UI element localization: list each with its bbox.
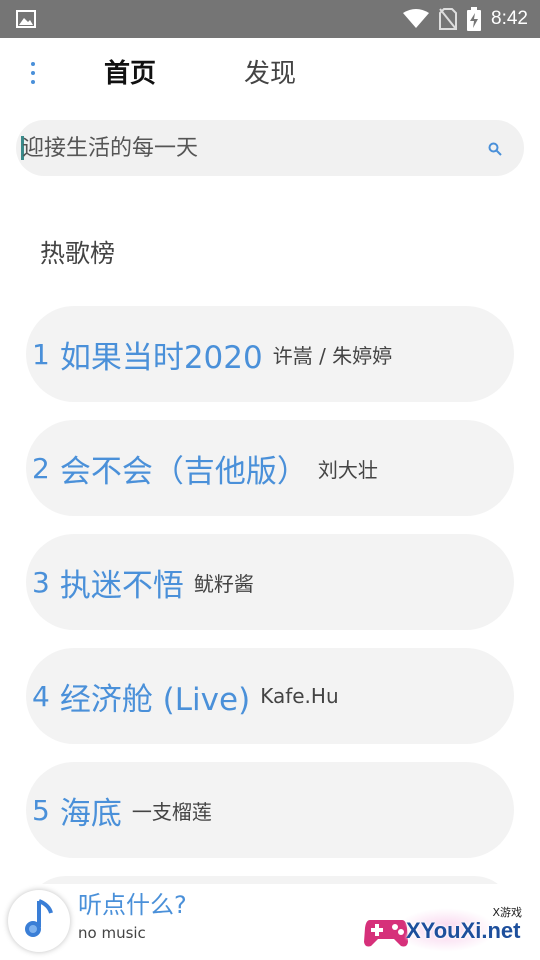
top-nav: 首页 发现 (0, 38, 540, 110)
tab-discover[interactable]: 发现 (244, 56, 296, 92)
song-rank: 5 (32, 793, 50, 827)
player-cover[interactable] (8, 890, 70, 952)
song-rank: 2 (32, 451, 50, 485)
song-rank: 4 (32, 679, 50, 713)
music-note-icon (23, 899, 55, 943)
song-artist: 一支榴莲 (131, 799, 212, 824)
status-bar: 8:42 (0, 0, 540, 38)
song-title: 经济舱 (Live) (59, 681, 251, 718)
song-title: 如果当时2020 (59, 339, 263, 376)
image-icon (16, 10, 36, 28)
more-vert-icon[interactable] (22, 58, 44, 88)
search-input[interactable] (22, 120, 472, 176)
song-artist: 刘大壮 (317, 457, 378, 482)
watermark-logo: X游戏 XYouXi.net (362, 904, 532, 956)
song-artist: 鱿籽酱 (193, 571, 254, 596)
song-item[interactable]: 2 会不会（吉他版） 刘大壮 (26, 420, 514, 516)
song-artist: Kafe.Hu (260, 684, 339, 708)
wifi-icon (403, 9, 430, 29)
song-title: 会不会（吉他版） (59, 453, 308, 490)
song-title: 执迷不悟 (59, 567, 184, 604)
song-list: 1 如果当时2020 许嵩 / 朱婷婷 2 会不会（吉他版） 刘大壮 3 执迷不… (26, 306, 514, 916)
gamepad-icon (362, 906, 410, 952)
player-subtitle: no music (78, 924, 146, 942)
song-item[interactable]: 4 经济舱 (Live) Kafe.Hu (26, 648, 514, 744)
player-title: 听点什么? (78, 891, 187, 919)
song-rank: 3 (32, 565, 50, 599)
status-time: 8:42 (491, 8, 528, 29)
battery-charging-icon (467, 7, 482, 31)
song-item[interactable]: 5 海底 一支榴莲 (26, 762, 514, 858)
no-sim-icon (439, 8, 458, 30)
song-item[interactable]: 1 如果当时2020 许嵩 / 朱婷婷 (26, 306, 514, 402)
song-artist: 许嵩 / 朱婷婷 (272, 343, 393, 368)
song-title: 海底 (59, 795, 122, 832)
tab-home[interactable]: 首页 (104, 56, 156, 92)
song-item[interactable]: 3 执迷不悟 鱿籽酱 (26, 534, 514, 630)
watermark-text: XYouXi.net (406, 918, 521, 943)
search-bar[interactable] (16, 120, 524, 176)
search-icon[interactable] (488, 141, 502, 156)
section-title: 热歌榜 (40, 239, 116, 268)
song-rank: 1 (32, 337, 50, 371)
